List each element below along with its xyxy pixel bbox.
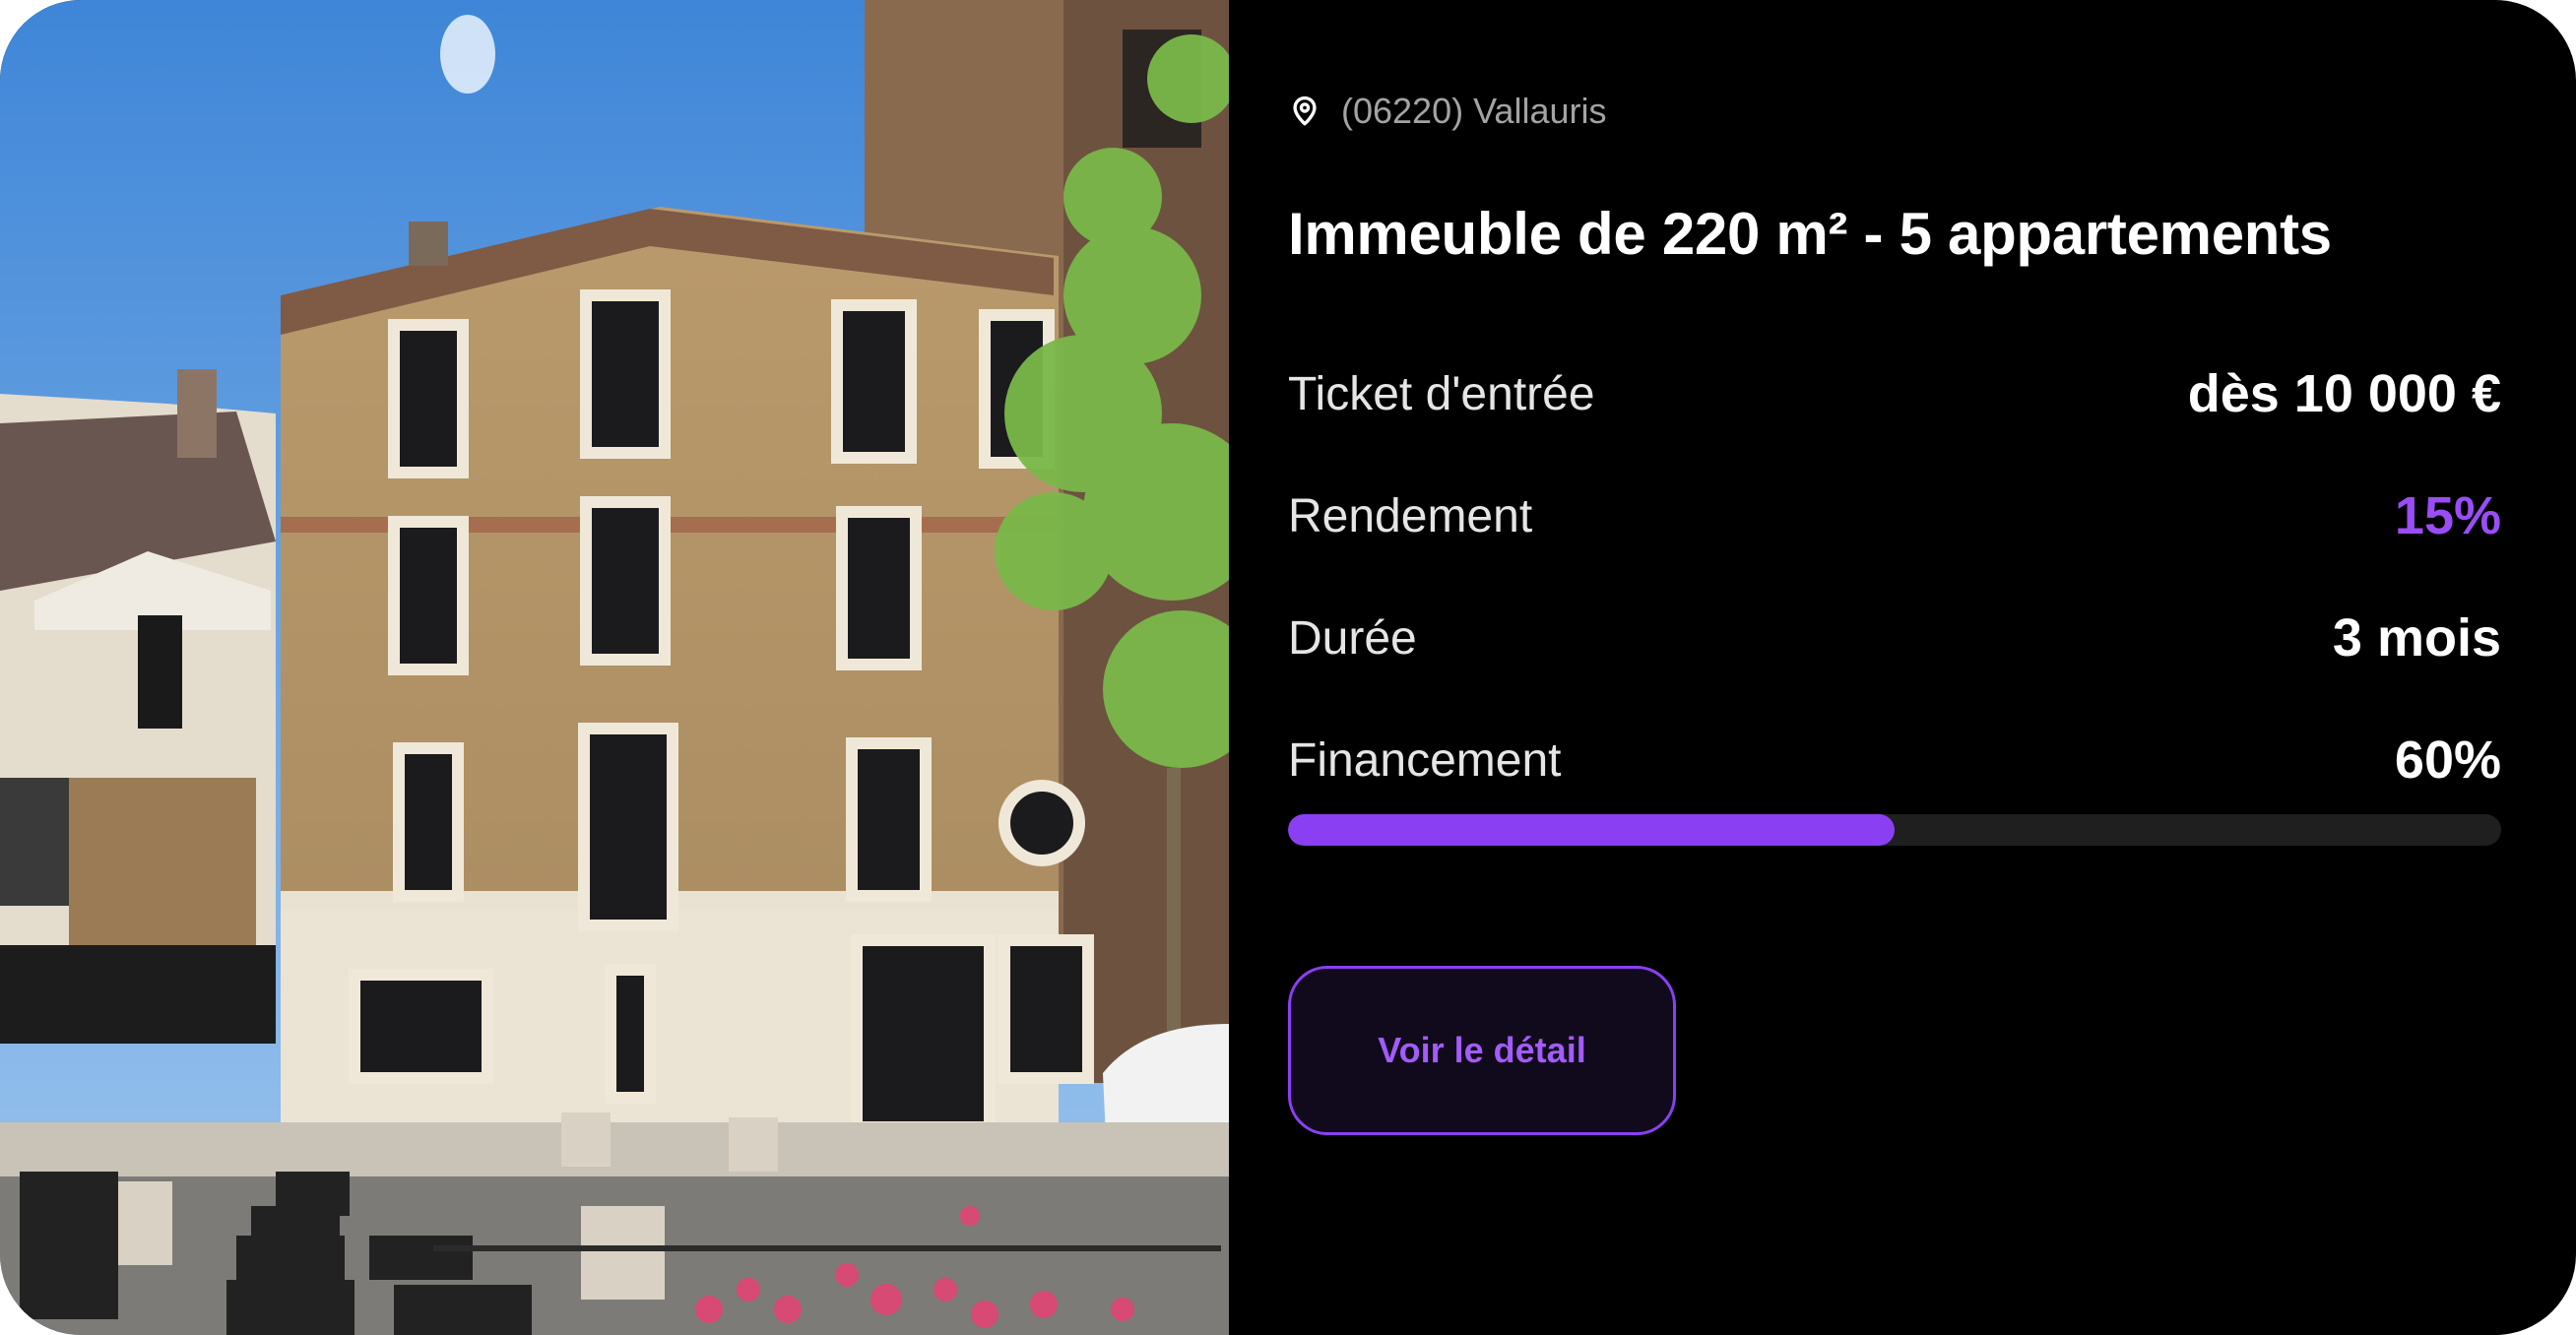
detail-value: dès 10 000 €: [2187, 364, 2501, 423]
detail-value: 60%: [2394, 731, 2501, 790]
detail-label: Ticket d'entrée: [1288, 367, 1595, 420]
funding-progress-bar: [1288, 814, 2501, 846]
detail-label: Durée: [1288, 611, 1417, 665]
detail-row-ticket: Ticket d'entrée dès 10 000 €: [1288, 359, 2501, 428]
view-details-button[interactable]: Voir le détail: [1288, 966, 1676, 1135]
funding-progress-fill: [1288, 814, 1895, 846]
detail-value: 15%: [2394, 486, 2501, 545]
detail-row-yield: Rendement 15%: [1288, 481, 2501, 550]
listing-info: (06220) Vallauris Immeuble de 220 m² - 5…: [1288, 0, 2501, 1335]
location-text: (06220) Vallauris: [1341, 91, 1607, 131]
detail-row-duration: Durée 3 mois: [1288, 604, 2501, 672]
map-pin-icon: [1293, 95, 1317, 126]
listing-card: (06220) Vallauris Immeuble de 220 m² - 5…: [0, 0, 2576, 1335]
detail-label: Rendement: [1288, 489, 1533, 542]
listing-title: Immeuble de 220 m² - 5 appartements: [1288, 201, 2332, 267]
location: (06220) Vallauris: [1288, 91, 1606, 132]
listing-photo: [0, 0, 1229, 1335]
detail-label: Financement: [1288, 733, 1562, 787]
detail-value: 3 mois: [2332, 608, 2501, 668]
detail-row-funding: Financement 60%: [1288, 726, 2501, 795]
